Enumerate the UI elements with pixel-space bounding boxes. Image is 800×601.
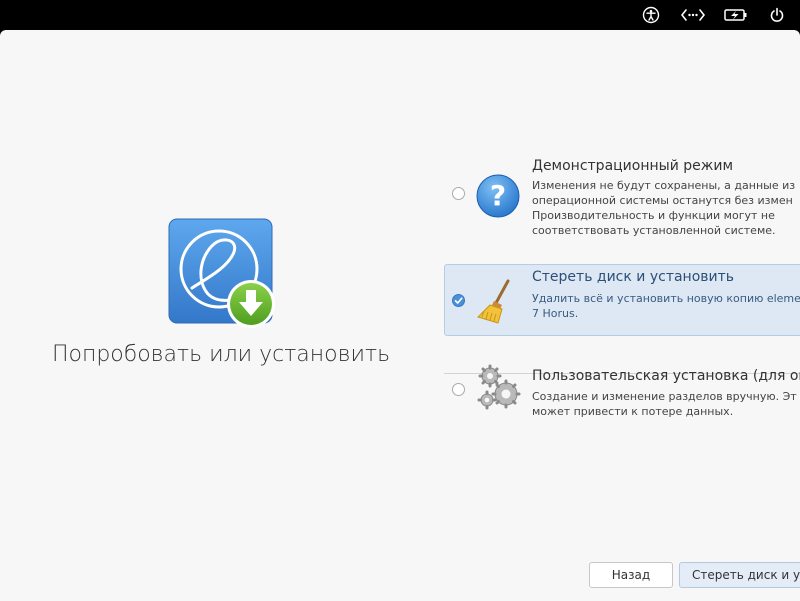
accessibility-icon[interactable] [641,5,661,25]
battery-charging-icon[interactable] [723,5,749,25]
radio-demo-mode[interactable] [452,187,465,200]
option-custom-install[interactable]: Пользовательская установка (для оп Созда… [444,352,800,424]
erase-install-button[interactable]: Стереть диск и уст [679,562,800,588]
network-icon[interactable] [681,5,705,25]
installer-window: Попробовать или установить ? Демонстраци… [0,30,800,601]
option-description: Изменения не будут сохранены, а данные и… [532,179,796,237]
broom-icon [474,277,522,325]
gears-icon [476,364,524,412]
option-erase-install[interactable]: Стереть диск и установить Удалить всё и … [444,264,800,336]
radio-custom-install[interactable] [452,383,465,396]
option-title: Демонстрационный режим [532,158,734,174]
page-title: Попробовать или установить [51,342,391,367]
option-title: Стереть диск и установить [532,269,735,285]
option-description: Создание и изменение разделов вручную. Э… [532,390,797,418]
power-icon[interactable] [767,5,787,25]
help-question-icon: ? [474,172,522,220]
option-demo-mode[interactable]: ? Демонстрационный режим Изменения не бу… [444,156,800,237]
option-description: Удалить всё и установить новую копию ele… [532,292,800,320]
installer-logo-icon [168,218,280,330]
option-title: Пользовательская установка (для оп [532,368,800,384]
svg-text:?: ? [490,179,506,212]
radio-erase-install[interactable] [452,294,465,307]
top-panel [0,0,800,30]
back-button[interactable]: Назад [589,562,673,588]
